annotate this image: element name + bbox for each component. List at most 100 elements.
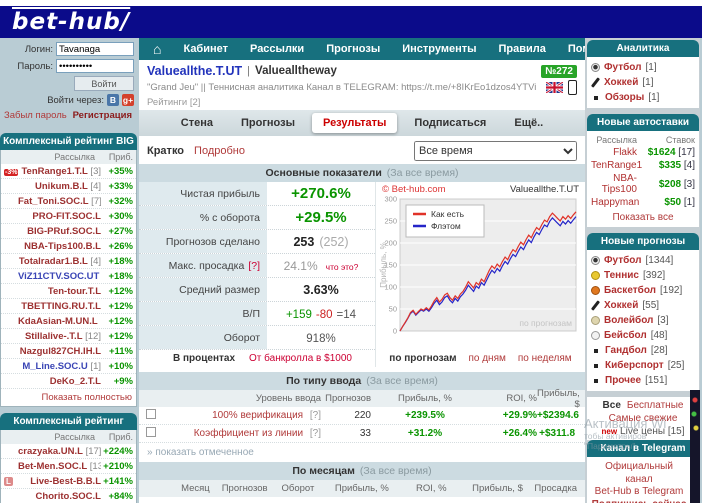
rating-row[interactable]: NBA-Tips100.B.L+26%	[1, 239, 136, 254]
nav-item-кабинет[interactable]: Кабинет	[183, 43, 228, 55]
rating-row[interactable]: Chorito.SOC.L+84%	[1, 489, 136, 503]
site-logo[interactable]: bet-hub/	[12, 9, 130, 35]
tab-результаты[interactable]: Результаты	[312, 113, 397, 133]
login-input[interactable]	[56, 42, 134, 56]
rating-row[interactable]: Totalradar1.B.L [4]+18%	[1, 254, 136, 269]
row-checkbox[interactable]	[146, 409, 156, 419]
sport-category[interactable]: Баскетбол[192]	[591, 283, 695, 298]
rating-row[interactable]: BIG-PRuf.SOC.L+27%	[1, 224, 136, 239]
tipster-link[interactable]: NBA-Tips100.B.L	[24, 241, 101, 252]
tipster-link[interactable]: Fat_Toni.SOC.L	[18, 196, 89, 207]
rating-row[interactable]: crazyaka.UN.L [17]+224%	[1, 444, 136, 459]
sport-category[interactable]: Теннис[392]	[591, 268, 695, 283]
sport-category[interactable]: Прочее[151]	[591, 373, 695, 388]
tipster-link[interactable]: TenRange1	[591, 160, 648, 171]
tipster-link[interactable]: Happyman	[591, 197, 645, 208]
nav-item-правила[interactable]: Правила	[499, 43, 546, 55]
all-link[interactable]: Все	[603, 400, 621, 411]
help-icon[interactable]: [?]	[307, 410, 321, 421]
tipster-link[interactable]: Stillalive-.T.L	[25, 331, 83, 342]
rating-row[interactable]: Bet-Men.SOC.L [13]+210%	[1, 459, 136, 474]
tipster-name-link[interactable]: Valueallthe.T.UT	[147, 64, 242, 78]
nav-item-прогнозы[interactable]: Прогнозы	[326, 43, 380, 55]
show-marked-link[interactable]: » показать отмеченное	[139, 443, 585, 462]
tab-стена[interactable]: Стена	[170, 113, 224, 133]
tipster-link[interactable]: crazyaka.UN.L	[18, 446, 83, 457]
autobet-row[interactable]: Happyman$50 [1]	[591, 196, 695, 209]
tab-прогнозы[interactable]: Прогнозы	[230, 113, 306, 133]
period-select[interactable]: Все время	[414, 141, 577, 161]
password-input[interactable]	[56, 59, 134, 73]
tipster-link[interactable]: Unikum.B.L	[35, 181, 88, 192]
live-prices-link[interactable]: Live цены [15]	[620, 426, 684, 437]
tipster-link[interactable]: M_Line.SOC.U	[22, 361, 87, 372]
rating-row[interactable]: Fat_Toni.SOC.L [7]+32%	[1, 194, 136, 209]
telegram-block-title[interactable]: Канал в Telegram	[587, 440, 699, 457]
rating-row[interactable]: Unikum.B.L [4]+33%	[1, 179, 136, 194]
nav-item-рассылки[interactable]: Рассылки	[250, 43, 304, 55]
autobets-block-title[interactable]: Новые автоставки	[587, 114, 699, 131]
new-forecasts-block-title[interactable]: Новые прогнозы	[587, 233, 699, 250]
forgot-password-link[interactable]: Забыл пароль	[4, 110, 67, 121]
chart-mode-2[interactable]: по неделям	[518, 353, 572, 364]
mobile-icon[interactable]	[568, 80, 577, 95]
rating-row[interactable]: LLive-Best-B.B.L+141%	[1, 474, 136, 489]
tipster-link[interactable]: Ten-tour.T.L	[48, 286, 101, 297]
telegram-subscribe-link[interactable]: Подпишись сейчас	[591, 499, 687, 503]
ratings-link[interactable]: Рейтинги [2]	[147, 97, 577, 108]
input-level-link[interactable]: Коэффициент из линии [?]	[163, 428, 321, 439]
autobet-row[interactable]: Flakk$1624 [17]	[591, 146, 695, 159]
detailed-toggle[interactable]: Подробно	[194, 145, 245, 157]
home-icon[interactable]: ⌂	[153, 39, 161, 59]
nav-item-инструменты[interactable]: Инструменты	[402, 43, 476, 55]
bankroll-mode-link[interactable]: От банкролла в $1000	[249, 353, 352, 364]
sport-category[interactable]: Хоккей[55]	[591, 298, 695, 313]
row-checkbox[interactable]	[146, 427, 156, 437]
brief-toggle[interactable]: Кратко	[147, 145, 184, 157]
input-level-link[interactable]: 100% верификация [?]	[163, 410, 321, 421]
tipster-link[interactable]: Flakk	[591, 147, 643, 158]
rating-title[interactable]: Комплексный рейтинг BIG	[0, 133, 137, 150]
sport-category[interactable]: Гандбол[28]	[591, 343, 695, 358]
tipster-link[interactable]: TenRange1.T.L	[21, 166, 87, 177]
tipster-link[interactable]: BIG-PRuf.SOC.L	[27, 226, 101, 237]
chart-brand-link[interactable]: © Bet-hub.com	[382, 184, 446, 195]
rating-row[interactable]: DeKo_2.T.L+9%	[1, 374, 136, 389]
register-link[interactable]: Регистрация	[73, 110, 132, 121]
sport-category[interactable]: Обзоры[1]	[591, 90, 695, 105]
fresh-link[interactable]: Самые свежие	[609, 413, 678, 424]
sport-category[interactable]: Волейбол[3]	[591, 313, 695, 328]
rating-row[interactable]: ViZ11CTV.SOC.UT [3]+18%	[1, 269, 136, 284]
sport-category[interactable]: Футбол[1344]	[591, 253, 695, 268]
rating-row[interactable]: PRO-FIT.SOC.L+30%	[1, 209, 136, 224]
show-all-link[interactable]: Показать все	[591, 209, 695, 224]
tipster-link[interactable]: DeKo_2.T.L	[50, 376, 101, 387]
uk-flag-icon[interactable]	[546, 82, 563, 93]
rating-row[interactable]: Stillalive-.T.L [12]+12%	[1, 329, 136, 344]
chart-mode-1[interactable]: по дням	[468, 353, 505, 364]
rating-row[interactable]: M_Line.SOC.U [1]+10%	[1, 359, 136, 374]
tipster-link[interactable]: Live-Best-B.B.L	[30, 476, 101, 487]
sport-category[interactable]: Киберспорт[25]	[591, 358, 695, 373]
tipster-link[interactable]: Chorito.SOC.L	[36, 491, 101, 502]
tipster-link[interactable]: TBETTING.RU.T.L	[21, 301, 101, 312]
tipster-link[interactable]: ViZ11CTV.SOC.UT	[18, 271, 99, 282]
tipster-link[interactable]: Nazgul827CH.IH.L	[20, 346, 101, 357]
help-icon[interactable]: [?]	[248, 260, 260, 272]
tipster-link[interactable]: Bet-Men.SOC.L	[18, 461, 87, 472]
autobet-row[interactable]: TenRange1$335 [4]	[591, 159, 695, 172]
show-all-link[interactable]: Показать полностью	[1, 389, 136, 404]
rating-row[interactable]: Ten-tour.T.L+12%	[1, 284, 136, 299]
sport-category[interactable]: Хоккей[1]	[591, 75, 695, 90]
tab-подписаться[interactable]: Подписаться	[403, 113, 497, 133]
tipster-link[interactable]: NBA-Tips100	[591, 173, 643, 195]
tipster-link[interactable]: Totalradar1.B.L	[19, 256, 88, 267]
tipster-link[interactable]: PRO-FIT.SOC.L	[32, 211, 101, 222]
tipster-link[interactable]: KdaAsian-M.UN.L	[18, 316, 98, 327]
vk-icon[interactable]: B	[107, 94, 119, 106]
google-plus-icon[interactable]: g+	[122, 94, 134, 106]
rating-row[interactable]: KdaAsian-M.UN.L [2]+12%	[1, 314, 136, 329]
help-icon[interactable]: [?]	[307, 428, 321, 439]
tab-ещё..[interactable]: Ещё..	[503, 113, 554, 133]
rating-row[interactable]: TBETTING.RU.T.L+12%	[1, 299, 136, 314]
